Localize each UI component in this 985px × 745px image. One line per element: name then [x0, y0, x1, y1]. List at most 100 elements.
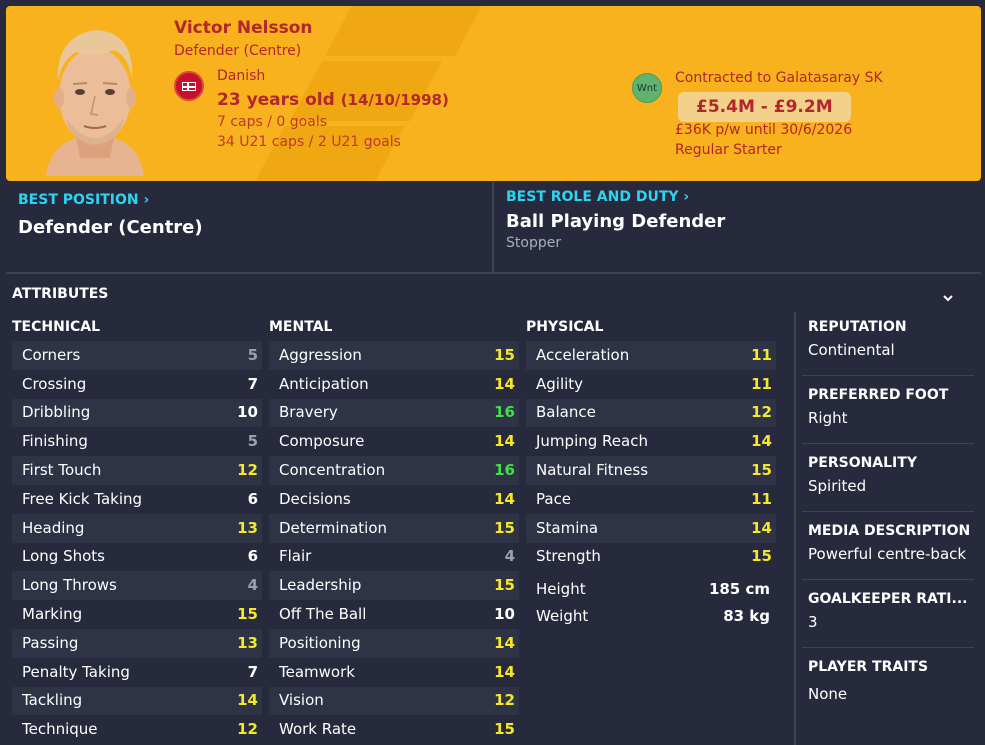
- attribute-label: Jumping Reach: [536, 432, 648, 451]
- mental-list: Aggression 15 Anticipation 14 Bravery 16 Compo…: [269, 341, 519, 745]
- personality-block: PERSONALITY Spirited: [808, 455, 974, 495]
- height-row: Height 185 cm: [526, 580, 776, 598]
- side-divider: [802, 443, 974, 444]
- attribute-row[interactable]: Long Shots 6: [12, 542, 262, 572]
- attribute-row[interactable]: Determination 15: [269, 513, 519, 543]
- attribute-value: 13: [237, 633, 258, 652]
- attribute-label: Off The Ball: [279, 605, 367, 624]
- attribute-value: 12: [237, 720, 258, 739]
- attribute-row[interactable]: Penalty Taking 7: [12, 657, 262, 687]
- attribute-value: 10: [237, 403, 258, 422]
- attribute-value: 15: [494, 720, 515, 739]
- attribute-value: 7: [247, 374, 258, 393]
- contract-wage: £36K p/w until 30/6/2026: [675, 122, 853, 138]
- attribute-row[interactable]: Long Throws 4: [12, 571, 262, 601]
- attribute-value: 14: [237, 691, 258, 710]
- attribute-row[interactable]: Aggression 15: [269, 341, 519, 370]
- goalkeeper-rating-block[interactable]: GOALKEEPER RATI... 3: [808, 591, 974, 631]
- player-dob: (14/10/1998): [340, 91, 449, 109]
- attribute-row[interactable]: Pace 11: [526, 484, 776, 514]
- attribute-row[interactable]: Composure 14: [269, 427, 519, 457]
- attribute-value: 16: [494, 403, 515, 422]
- attribute-value: 10: [494, 605, 515, 624]
- player-header: Victor Nelsson Defender (Centre) Danish …: [6, 6, 981, 181]
- player-traits-block: PLAYER TRAITS None: [808, 659, 974, 703]
- attribute-row[interactable]: Concentration 16: [269, 456, 519, 485]
- attribute-value: 5: [247, 345, 258, 364]
- technical-list: Corners 5 Crossing 7 Dribbling 10 Finishing 5 Fi…: [12, 341, 262, 745]
- attribute-label: Corners: [22, 345, 81, 364]
- attribute-row[interactable]: Anticipation 14: [269, 369, 519, 399]
- attribute-row[interactable]: Flair 4: [269, 542, 519, 572]
- best-role-value: Ball Playing Defender: [506, 211, 726, 232]
- attribute-value: 4: [504, 547, 515, 566]
- attribute-row[interactable]: Teamwork 14: [269, 657, 519, 687]
- attribute-row[interactable]: Balance 12: [526, 398, 776, 428]
- attribute-row[interactable]: Off The Ball 10: [269, 600, 519, 629]
- attribute-value: 12: [751, 403, 772, 422]
- attribute-label: Agility: [536, 374, 584, 393]
- attribute-row[interactable]: Bravery 16: [269, 398, 519, 428]
- attribute-row[interactable]: Heading 13: [12, 513, 262, 543]
- attribute-label: Anticipation: [279, 374, 369, 393]
- attribute-value: 14: [494, 633, 515, 652]
- transfer-value: £5.4M - £9.2M: [678, 92, 851, 122]
- attribute-row[interactable]: Natural Fitness 15: [526, 456, 776, 485]
- best-role-link[interactable]: BEST ROLE AND DUTY ›: [506, 189, 689, 205]
- attribute-row[interactable]: Marking 15: [12, 600, 262, 629]
- attribute-value: 6: [247, 547, 258, 566]
- attribute-row[interactable]: Stamina 14: [526, 513, 776, 543]
- attribute-value: 15: [494, 576, 515, 595]
- attribute-row[interactable]: Positioning 14: [269, 628, 519, 658]
- attribute-row[interactable]: Finishing 5: [12, 427, 262, 457]
- attribute-row[interactable]: Vision 12: [269, 686, 519, 716]
- attribute-label: Teamwork: [279, 662, 355, 681]
- attribute-row[interactable]: Jumping Reach 14: [526, 427, 776, 457]
- attribute-value: 11: [751, 374, 772, 393]
- weight-value: 83 kg: [723, 607, 770, 625]
- attribute-label: Crossing: [22, 374, 87, 393]
- attribute-value: 16: [494, 461, 515, 480]
- preferred-foot-title: PREFERRED FOOT: [808, 387, 949, 403]
- contract-club[interactable]: Contracted to Galatasaray SK: [675, 70, 883, 86]
- best-position-title: BEST POSITION: [18, 192, 139, 208]
- best-position-link[interactable]: BEST POSITION ›: [18, 192, 149, 208]
- attribute-label: Finishing: [22, 432, 88, 451]
- attribute-row[interactable]: Decisions 14: [269, 484, 519, 514]
- attribute-value: 14: [494, 374, 515, 393]
- attribute-row[interactable]: Technique 12: [12, 715, 262, 745]
- attribute-label: Bravery: [279, 403, 338, 422]
- chevron-down-icon[interactable]: [942, 292, 954, 304]
- media-description-value: Powerful centre-back: [808, 545, 967, 563]
- attribute-row[interactable]: Work Rate 15: [269, 715, 519, 745]
- attribute-row[interactable]: Corners 5: [12, 341, 262, 370]
- attribute-row[interactable]: Free Kick Taking 6: [12, 484, 262, 514]
- attribute-row[interactable]: Passing 13: [12, 628, 262, 658]
- attribute-value: 14: [751, 432, 772, 451]
- attribute-row[interactable]: Leadership 15: [269, 571, 519, 601]
- attribute-row[interactable]: First Touch 12: [12, 456, 262, 485]
- player-nationality[interactable]: Danish: [217, 68, 265, 84]
- attribute-value: 15: [494, 345, 515, 364]
- attribute-value: 15: [751, 461, 772, 480]
- attribute-row[interactable]: Agility 11: [526, 369, 776, 399]
- side-divider: [802, 647, 974, 648]
- attribute-row[interactable]: Tackling 14: [12, 686, 262, 716]
- side-divider: [802, 375, 974, 376]
- attribute-label: Pace: [536, 489, 572, 508]
- goalkeeper-rating-value: 3: [808, 613, 818, 631]
- attribute-row[interactable]: Strength 15: [526, 542, 776, 572]
- attribute-value: 14: [751, 518, 772, 537]
- attribute-row[interactable]: Dribbling 10: [12, 398, 262, 428]
- chevron-right-icon: ›: [143, 192, 150, 208]
- player-name[interactable]: Victor Nelsson: [174, 18, 312, 38]
- reputation-title: REPUTATION: [808, 319, 907, 335]
- height-label: Height: [536, 580, 586, 598]
- height-value: 185 cm: [708, 580, 770, 598]
- attribute-label: Technique: [22, 720, 98, 739]
- attribute-row[interactable]: Crossing 7: [12, 369, 262, 399]
- attribute-row[interactable]: Acceleration 11: [526, 341, 776, 370]
- player-age: 23 years old (14/10/1998): [217, 90, 449, 110]
- header-stripe: [325, 6, 487, 56]
- goalkeeper-rating-title: GOALKEEPER RATI...: [808, 591, 968, 607]
